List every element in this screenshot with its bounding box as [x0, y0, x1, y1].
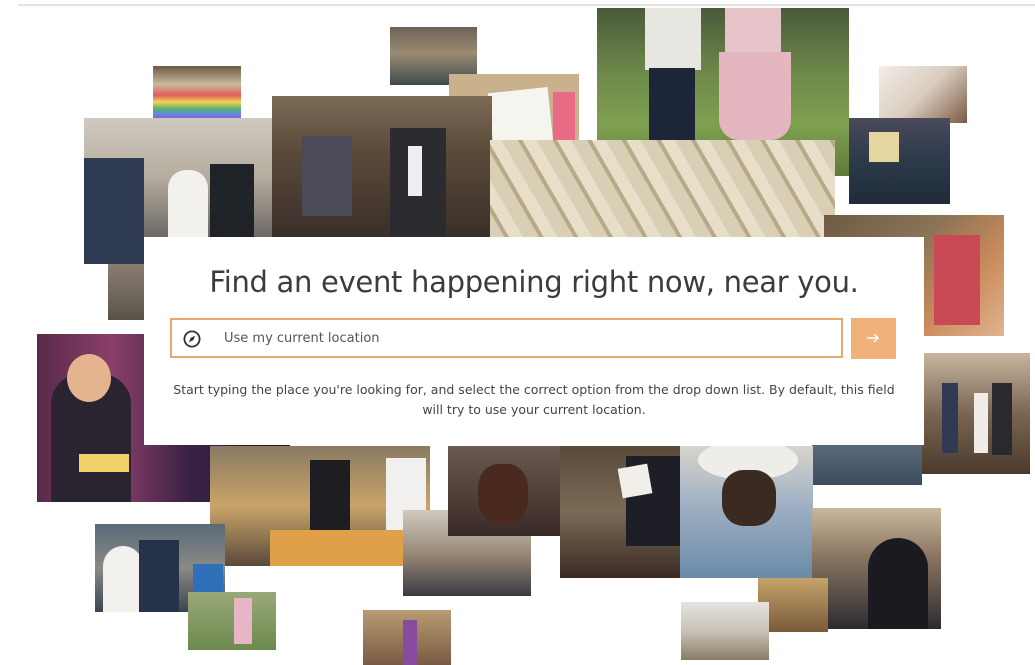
search-help-text: Start typing the place you're looking fo…	[173, 382, 895, 417]
photo-clergy-group	[812, 508, 941, 629]
photo-choir-singing	[210, 446, 430, 566]
compass-icon[interactable]	[183, 330, 201, 348]
location-search-input[interactable]	[224, 320, 824, 356]
event-search-card: Find an event happening right now, near …	[144, 237, 924, 445]
photo-bishop-with-children	[849, 118, 950, 204]
photo-child-and-mother	[448, 446, 560, 536]
photo-congregation-standing	[272, 96, 492, 238]
arrow-right-icon	[867, 333, 879, 343]
location-search-box[interactable]	[170, 318, 843, 358]
photo-cathedral-arches	[812, 445, 922, 485]
photo-gothic-ceiling	[490, 140, 835, 240]
photo-wedding-aisle	[922, 353, 1030, 474]
photo-bride-and-child	[188, 592, 276, 650]
search-submit-button[interactable]	[851, 318, 896, 359]
photo-rainbow-flag	[153, 66, 241, 119]
photo-lady-with-headscarf	[879, 66, 967, 123]
photo-family-gathering	[108, 264, 146, 320]
photo-lady-in-hat	[680, 446, 813, 578]
page-title: Find an event happening right now, near …	[209, 265, 859, 299]
photo-procession-aisle	[363, 610, 451, 665]
photo-cathedral-interior	[681, 602, 769, 660]
